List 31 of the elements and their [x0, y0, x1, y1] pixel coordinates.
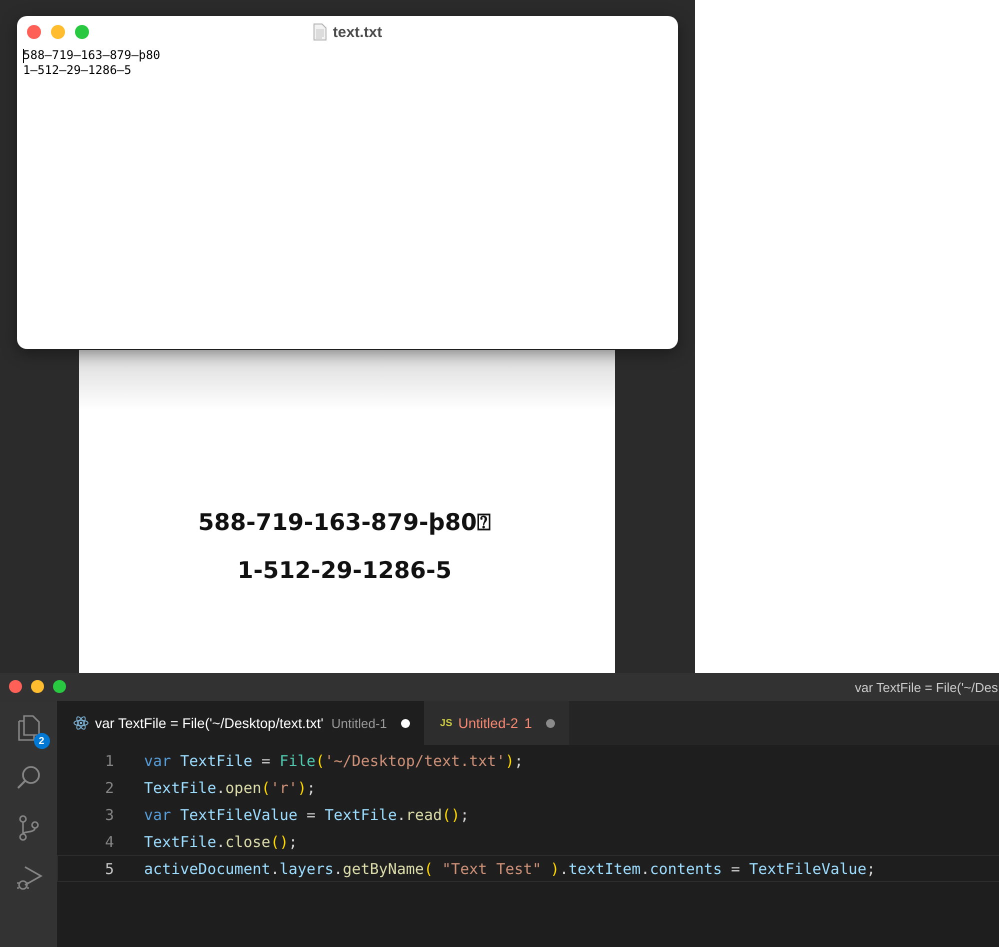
- document-text: 1-512-29-1286-5: [237, 558, 452, 584]
- minimize-button[interactable]: [31, 680, 44, 693]
- close-button[interactable]: [9, 680, 22, 693]
- notification-badge: 2: [34, 733, 50, 749]
- atom-icon: [73, 715, 89, 731]
- close-button[interactable]: [27, 25, 41, 39]
- window-title: text.txt: [332, 24, 382, 40]
- tab-label: var TextFile = File('~/Desktop/text.txt': [95, 715, 324, 731]
- line-number: 5: [104, 860, 114, 878]
- code-line: TextFile.close();: [144, 832, 298, 850]
- document-icon: [312, 23, 327, 41]
- file-type-label: JS: [440, 718, 452, 728]
- zoom-button[interactable]: [53, 680, 66, 693]
- editor-tab[interactable]: var TextFile = File('~/Desktop/text.txt' Untitled-1: [57, 701, 424, 745]
- text-content[interactable]: 588–719–163–879–þ80 1–512–29–1286–5: [23, 48, 672, 78]
- tab-description: Untitled-1: [331, 716, 388, 730]
- code-line: var TextFile = File('~/Desktop/text.txt');: [144, 752, 524, 770]
- code-line: TextFile.open('r');: [144, 778, 316, 796]
- code-line: activeDocument.layers.getByName( "Text Test" ).textItem.contents = TextFileValue;: [144, 860, 876, 878]
- line-number: 4: [104, 832, 114, 850]
- window-title: var TextFile = File('~/Des: [854, 680, 998, 694]
- problem-count: 1: [524, 715, 532, 731]
- document-text: 588-719-163-879-þ80⍰: [198, 510, 491, 536]
- unsaved-dot[interactable]: [546, 718, 555, 728]
- unsaved-dot[interactable]: [401, 718, 410, 728]
- code-line: var TextFileValue = TextFile.read();: [144, 806, 470, 824]
- line-number: 1: [104, 752, 114, 770]
- editor-tab[interactable]: JS Untitled-2 1: [424, 701, 569, 745]
- line-number: 3: [104, 806, 114, 824]
- line-number: 2: [104, 778, 114, 796]
- tab-label: Untitled-2: [458, 715, 518, 731]
